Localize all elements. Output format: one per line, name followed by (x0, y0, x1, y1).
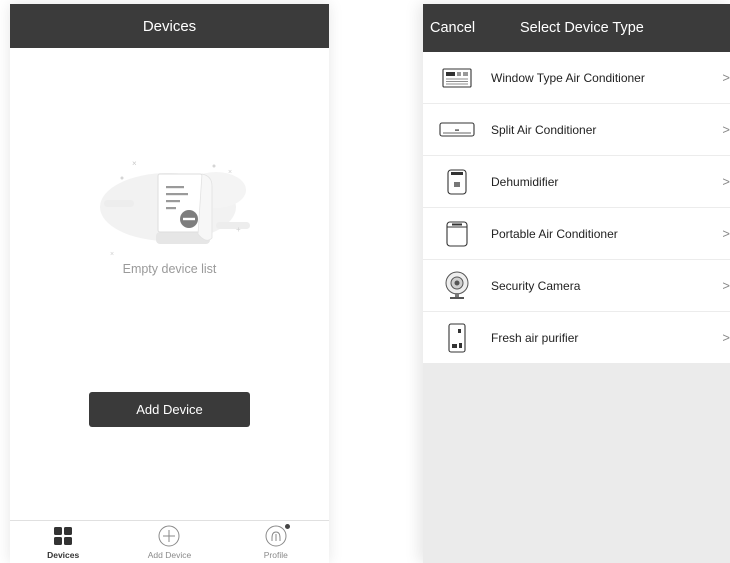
svg-text:×: × (132, 159, 137, 168)
select-device-nav-bar: Cancel Select Device Type (423, 4, 730, 52)
device-item-portable-ac[interactable]: Portable Air Conditioner > (423, 208, 730, 260)
chevron-right-icon: > (722, 122, 730, 137)
dehumidifier-icon (439, 167, 475, 197)
devices-screen: Devices × × × + Empty device list Add De… (10, 4, 329, 563)
device-item-label: Dehumidifier (491, 174, 559, 189)
portable-ac-icon (439, 219, 475, 249)
tab-label: Add Device (147, 550, 192, 560)
svg-text:+: + (236, 225, 241, 234)
air-purifier-icon (439, 322, 475, 353)
page-title: Select Device Type (520, 20, 644, 36)
tab-add-device[interactable]: Add Device (116, 521, 222, 563)
split-ac-icon (439, 115, 475, 145)
chevron-right-icon: > (722, 330, 730, 345)
device-item-window-ac[interactable]: Window Type Air Conditioner > (423, 52, 730, 104)
tab-label: Devices (47, 550, 80, 560)
chevron-right-icon: > (722, 174, 730, 189)
device-item-label: Fresh air purifier (491, 330, 579, 345)
select-device-type-screen: Cancel Select Device Type Window Type Ai… (423, 4, 730, 563)
add-device-button[interactable]: Add Device (89, 392, 250, 427)
grid-icon (54, 524, 73, 548)
plus-circle-icon (158, 524, 180, 548)
window-ac-icon (439, 63, 475, 93)
device-item-air-purifier[interactable]: Fresh air purifier > (423, 312, 730, 363)
tab-label: Profile (263, 550, 288, 560)
tab-devices[interactable]: Devices (10, 521, 116, 563)
tab-profile[interactable]: Profile (223, 521, 329, 563)
device-type-list: Window Type Air Conditioner > Split Air … (423, 52, 730, 363)
chevron-right-icon: > (722, 226, 730, 241)
device-item-split-ac[interactable]: Split Air Conditioner > (423, 104, 730, 156)
device-item-label: Split Air Conditioner (491, 122, 597, 137)
chevron-right-icon: > (722, 278, 730, 293)
svg-text:×: × (110, 251, 114, 258)
device-item-label: Security Camera (491, 278, 581, 293)
device-item-label: Window Type Air Conditioner (491, 70, 645, 85)
profile-icon (265, 524, 290, 548)
device-item-label: Portable Air Conditioner (491, 226, 618, 241)
tab-bar: Devices Add Device Profile (10, 520, 329, 563)
devices-nav-bar: Devices (10, 4, 329, 48)
cancel-button[interactable]: Cancel (430, 4, 475, 52)
svg-text:×: × (228, 169, 232, 176)
notification-dot (284, 524, 290, 529)
empty-list-message: Empty device list (122, 262, 217, 276)
chevron-right-icon: > (722, 70, 730, 85)
device-item-dehumidifier[interactable]: Dehumidifier > (423, 156, 730, 208)
camera-icon (439, 271, 475, 301)
empty-list-illustration-icon: × × × + (100, 159, 250, 258)
device-item-security-camera[interactable]: Security Camera > (423, 260, 730, 312)
page-title: Devices (142, 17, 197, 35)
